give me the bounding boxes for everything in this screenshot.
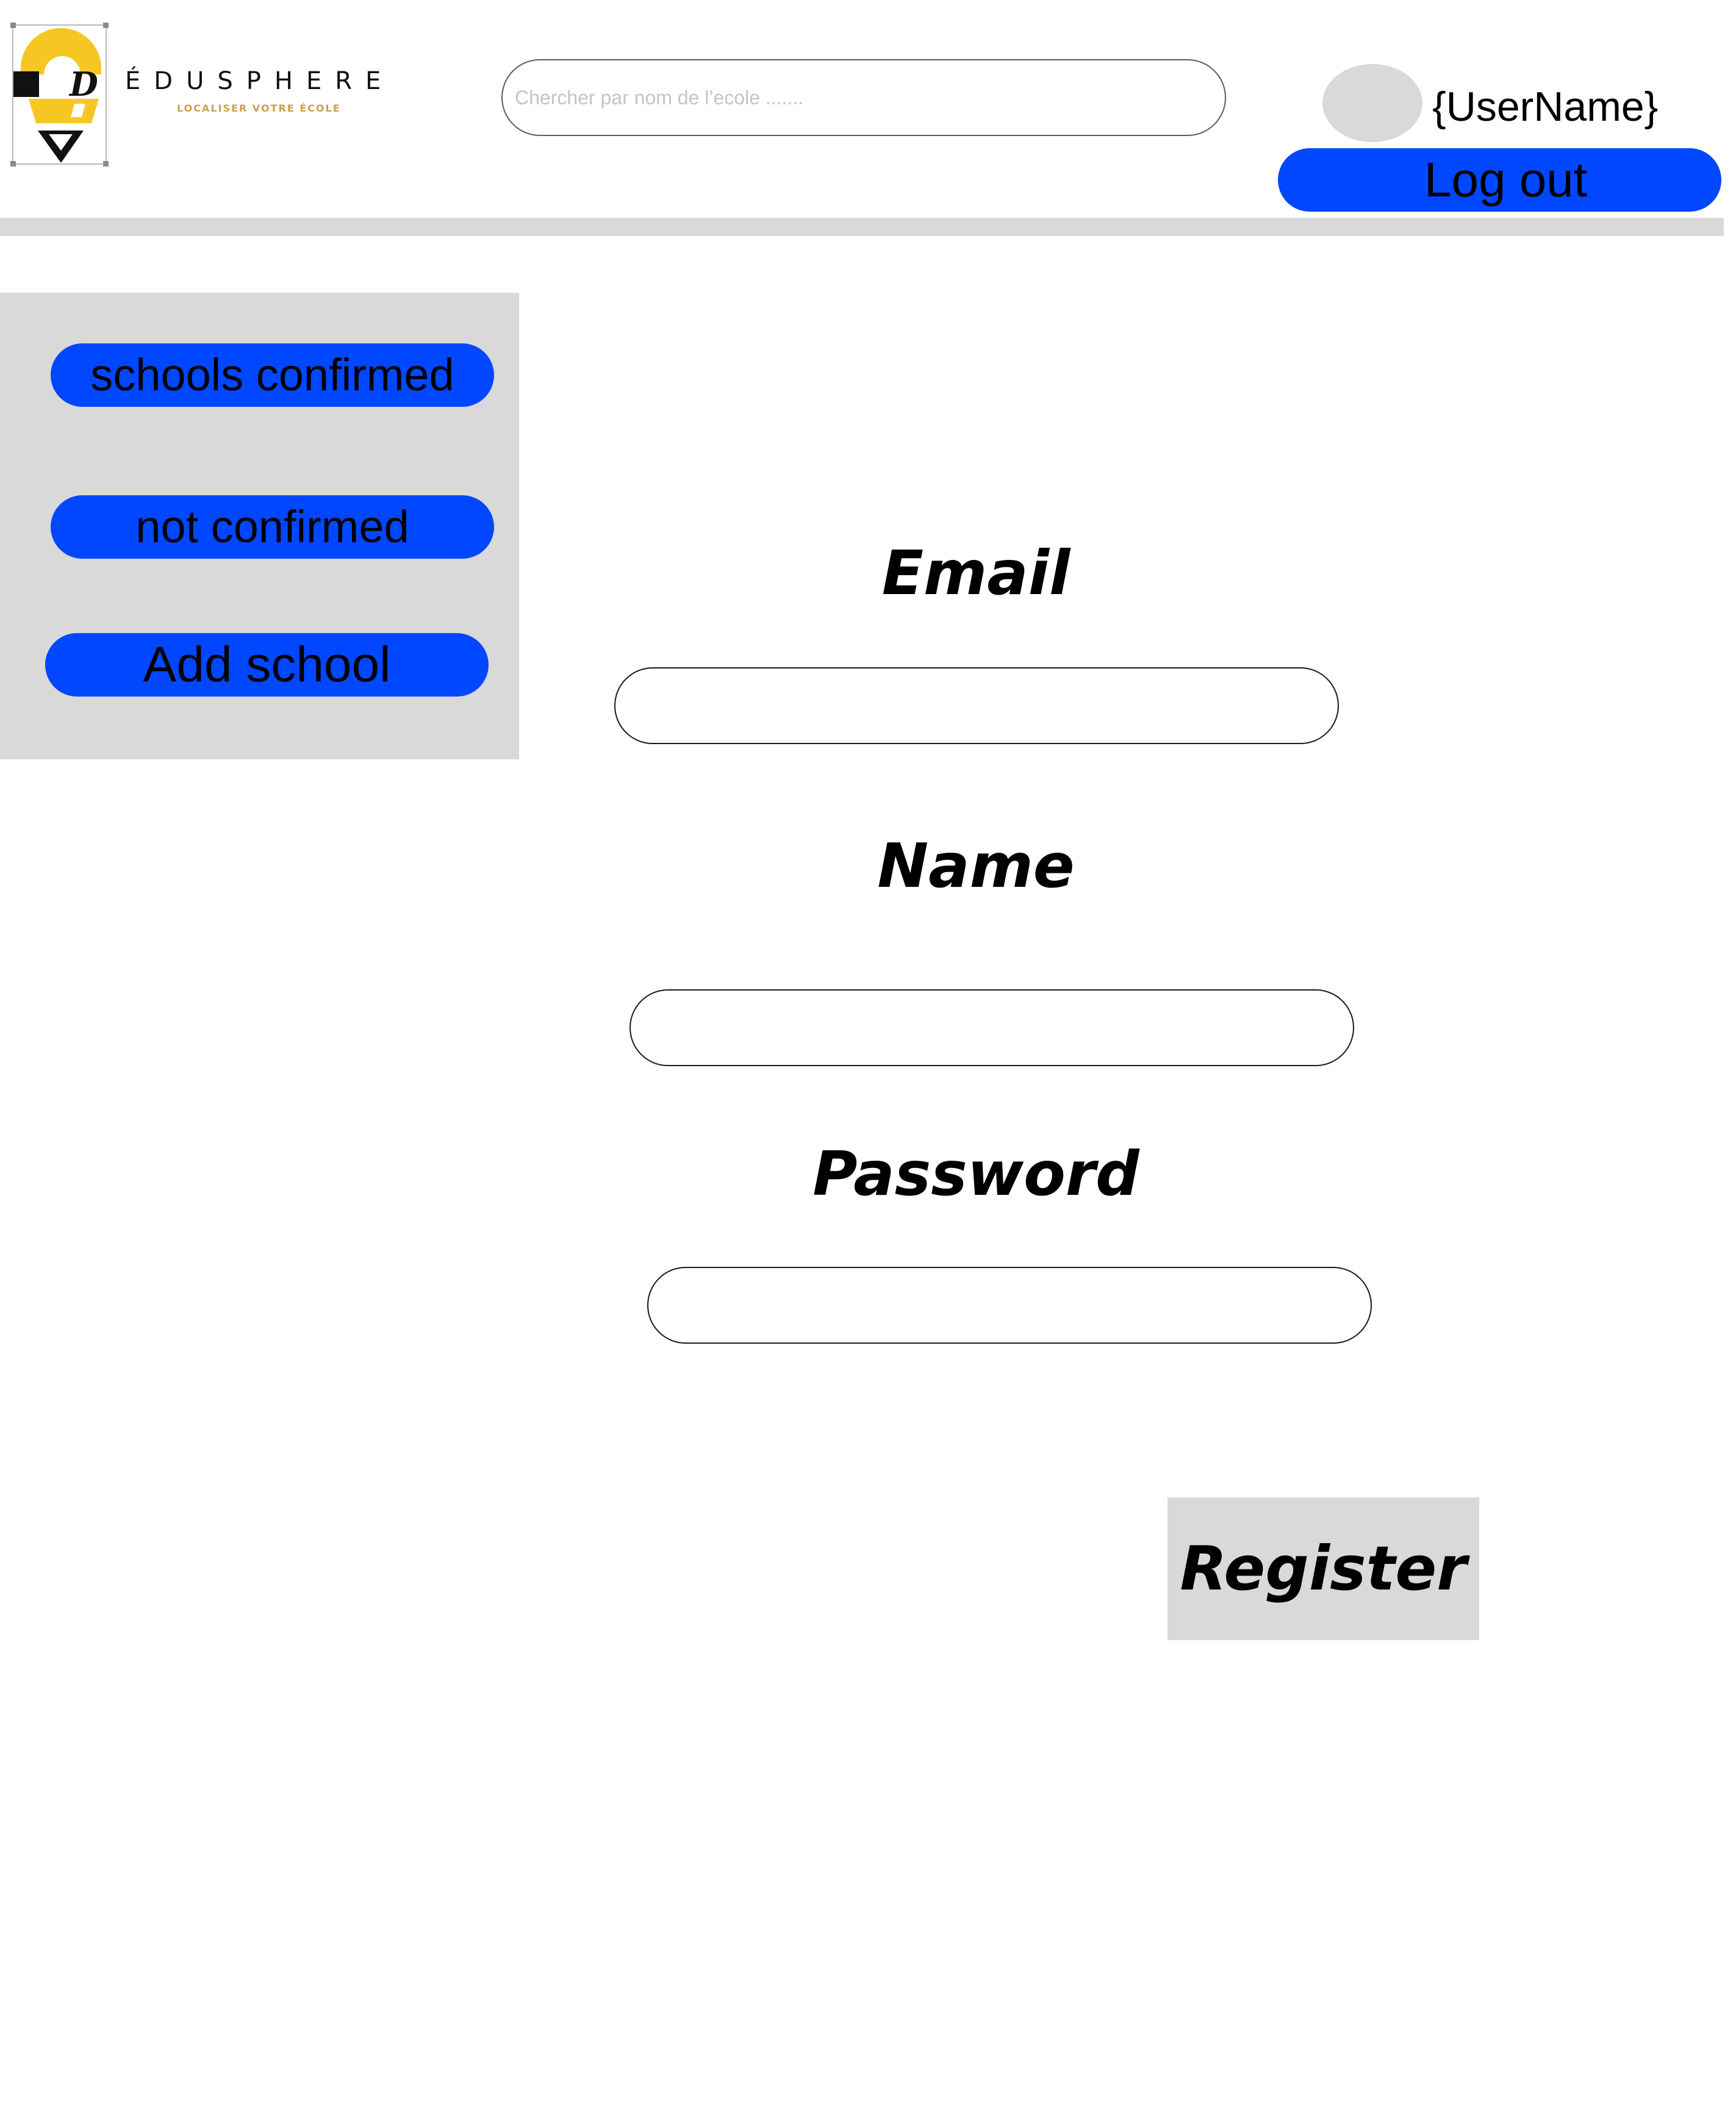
email-label: Email: [881, 537, 1071, 609]
brand-logo[interactable]: D: [10, 23, 109, 167]
logout-button[interactable]: Log out: [1278, 148, 1721, 212]
name-label: Name: [877, 830, 1075, 901]
brand-tagline: LOCALISER VOTRE ÉCOLE: [177, 102, 341, 114]
brand-name: ÉDUSPHERE: [125, 67, 395, 95]
edusphere-pin-logo-icon: D: [13, 28, 101, 163]
sidebar-item-schools-confirmed[interactable]: schools confirmed: [51, 343, 494, 407]
email-field[interactable]: [614, 667, 1339, 744]
sidebar-item-not-confirmed[interactable]: not confirmed: [51, 495, 494, 559]
school-search-input[interactable]: [501, 59, 1226, 136]
register-button[interactable]: Register: [1167, 1497, 1479, 1640]
password-field[interactable]: [647, 1267, 1372, 1344]
sidebar: schools confirmed not confirmed Add scho…: [0, 293, 519, 759]
user-avatar[interactable]: [1322, 64, 1422, 142]
username-label: {UserName}: [1432, 84, 1659, 130]
header-divider: [0, 218, 1724, 236]
svg-text:D: D: [68, 65, 98, 104]
name-field[interactable]: [629, 989, 1354, 1066]
sidebar-item-add-school[interactable]: Add school: [45, 633, 489, 697]
password-label: Password: [812, 1138, 1139, 1210]
